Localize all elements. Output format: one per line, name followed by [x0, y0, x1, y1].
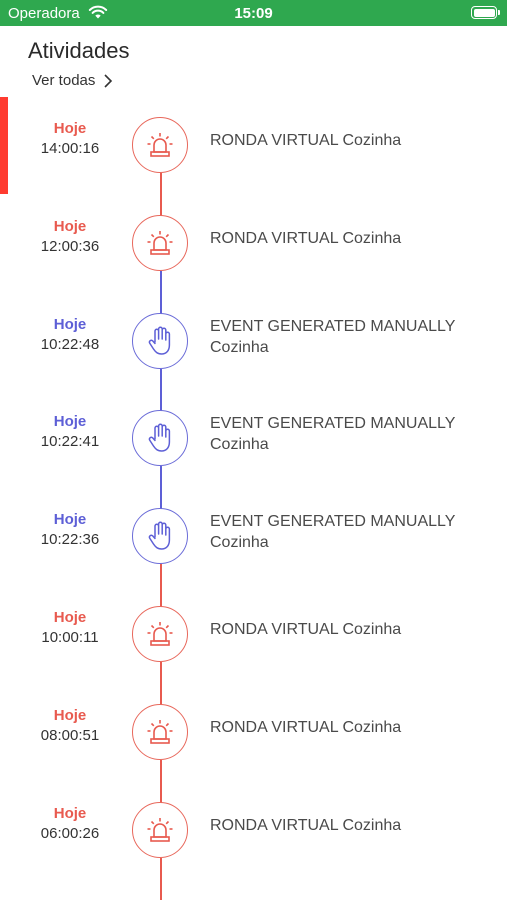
activity-date: Hoje 10:22:48 [30, 315, 110, 355]
activity-day: Hoje [53, 804, 87, 822]
status-bar: Operadora 15:09 [0, 0, 507, 26]
activity-time: 08:00:51 [40, 726, 100, 744]
activity-date: Hoje 10:00:11 [30, 608, 110, 648]
activity-day: Hoje [53, 120, 87, 137]
hand-icon [148, 521, 171, 550]
activity-time: 14:00:16 [40, 140, 100, 157]
activity-time: 06:00:26 [40, 824, 100, 842]
activity-item[interactable]: Hoje 10:00:11 RONDA VIRTUAL Cozinha [0, 605, 507, 665]
activity-item[interactable]: Hoje 12:00:36 RONDA VIRTUAL Cozinha [0, 214, 507, 274]
activity-day: Hoje [53, 511, 87, 529]
siren-icon [147, 230, 173, 255]
activity-icon-circle [132, 606, 188, 662]
activity-item[interactable]: Hoje 10:22:48 EVENT GENERATED MANUALLY Coz… [0, 312, 507, 372]
activity-description: RONDA VIRTUAL Cozinha [210, 132, 402, 149]
activity-time: 12:00:36 [40, 237, 100, 255]
view-all-label: Ver todas [32, 72, 96, 89]
activity-item[interactable]: Hoje 14:00:16 RONDA VIRTUAL Cozinha [0, 116, 507, 176]
activity-description: RONDA VIRTUAL Cozinha [210, 718, 402, 736]
activity-description: EVENT GENERATED MANUALLY Cozinha [210, 415, 456, 454]
page-title: Atividades [28, 38, 130, 63]
activity-date: Hoje 06:00:26 [30, 804, 110, 844]
activity-description: EVENT GENERATED MANUALLY Cozinha [210, 513, 456, 552]
siren-icon [147, 817, 173, 842]
hand-icon [148, 326, 171, 355]
activity-icon-circle [132, 410, 188, 467]
activity-day: Hoje [53, 217, 87, 235]
siren-icon [147, 719, 173, 744]
activity-day: Hoje [53, 609, 87, 626]
activity-day: Hoje [53, 413, 87, 431]
activity-description: RONDA VIRTUAL Cozinha [210, 816, 402, 834]
activity-item[interactable]: Hoje 08:00:51 RONDA VIRTUAL Cozinha [0, 703, 507, 763]
battery-icon [471, 6, 500, 19]
activity-date: Hoje 10:22:41 [30, 412, 110, 452]
activity-icon-circle [132, 801, 188, 858]
activity-date: Hoje 12:00:36 [30, 217, 110, 257]
activity-icon-circle [132, 703, 188, 760]
activity-time: 10:22:41 [40, 433, 100, 451]
chevron-right-icon [104, 73, 113, 88]
activity-icon-circle [132, 214, 188, 271]
activity-icon-circle [132, 312, 188, 369]
activity-description: EVENT GENERATED MANUALLY Cozinha [210, 317, 456, 356]
activity-item[interactable]: Hoje 10:22:36 EVENT GENERATED MANUALLY Coz… [0, 507, 507, 567]
activity-time: 10:22:36 [40, 531, 100, 549]
clock: 15:09 [234, 5, 273, 22]
activity-date: Hoje 14:00:16 [30, 119, 110, 159]
activity-icon-circle [132, 508, 188, 565]
timeline-connector [159, 857, 162, 900]
activity-date: Hoje 08:00:51 [30, 706, 110, 746]
hand-icon [148, 423, 171, 453]
activity-item[interactable]: Hoje 10:22:41 EVENT GENERATED MANUALLY Coz… [0, 409, 507, 469]
activity-description: RONDA VIRTUAL Cozinha [210, 229, 402, 247]
activity-item[interactable]: Hoje 06:00:26 RONDA VIRTUAL Cozinha [0, 801, 507, 861]
activity-time: 10:22:48 [40, 335, 100, 353]
activity-description: RONDA VIRTUAL Cozinha [210, 621, 402, 638]
activity-day: Hoje [53, 315, 87, 333]
siren-icon [147, 133, 173, 157]
view-all-link[interactable]: Ver todas [32, 72, 113, 89]
activity-time: 10:00:11 [41, 629, 99, 646]
activity-day: Hoje [53, 706, 87, 724]
siren-icon [147, 622, 173, 646]
activity-date: Hoje 10:22:36 [30, 510, 110, 550]
activity-icon-circle [132, 117, 188, 173]
